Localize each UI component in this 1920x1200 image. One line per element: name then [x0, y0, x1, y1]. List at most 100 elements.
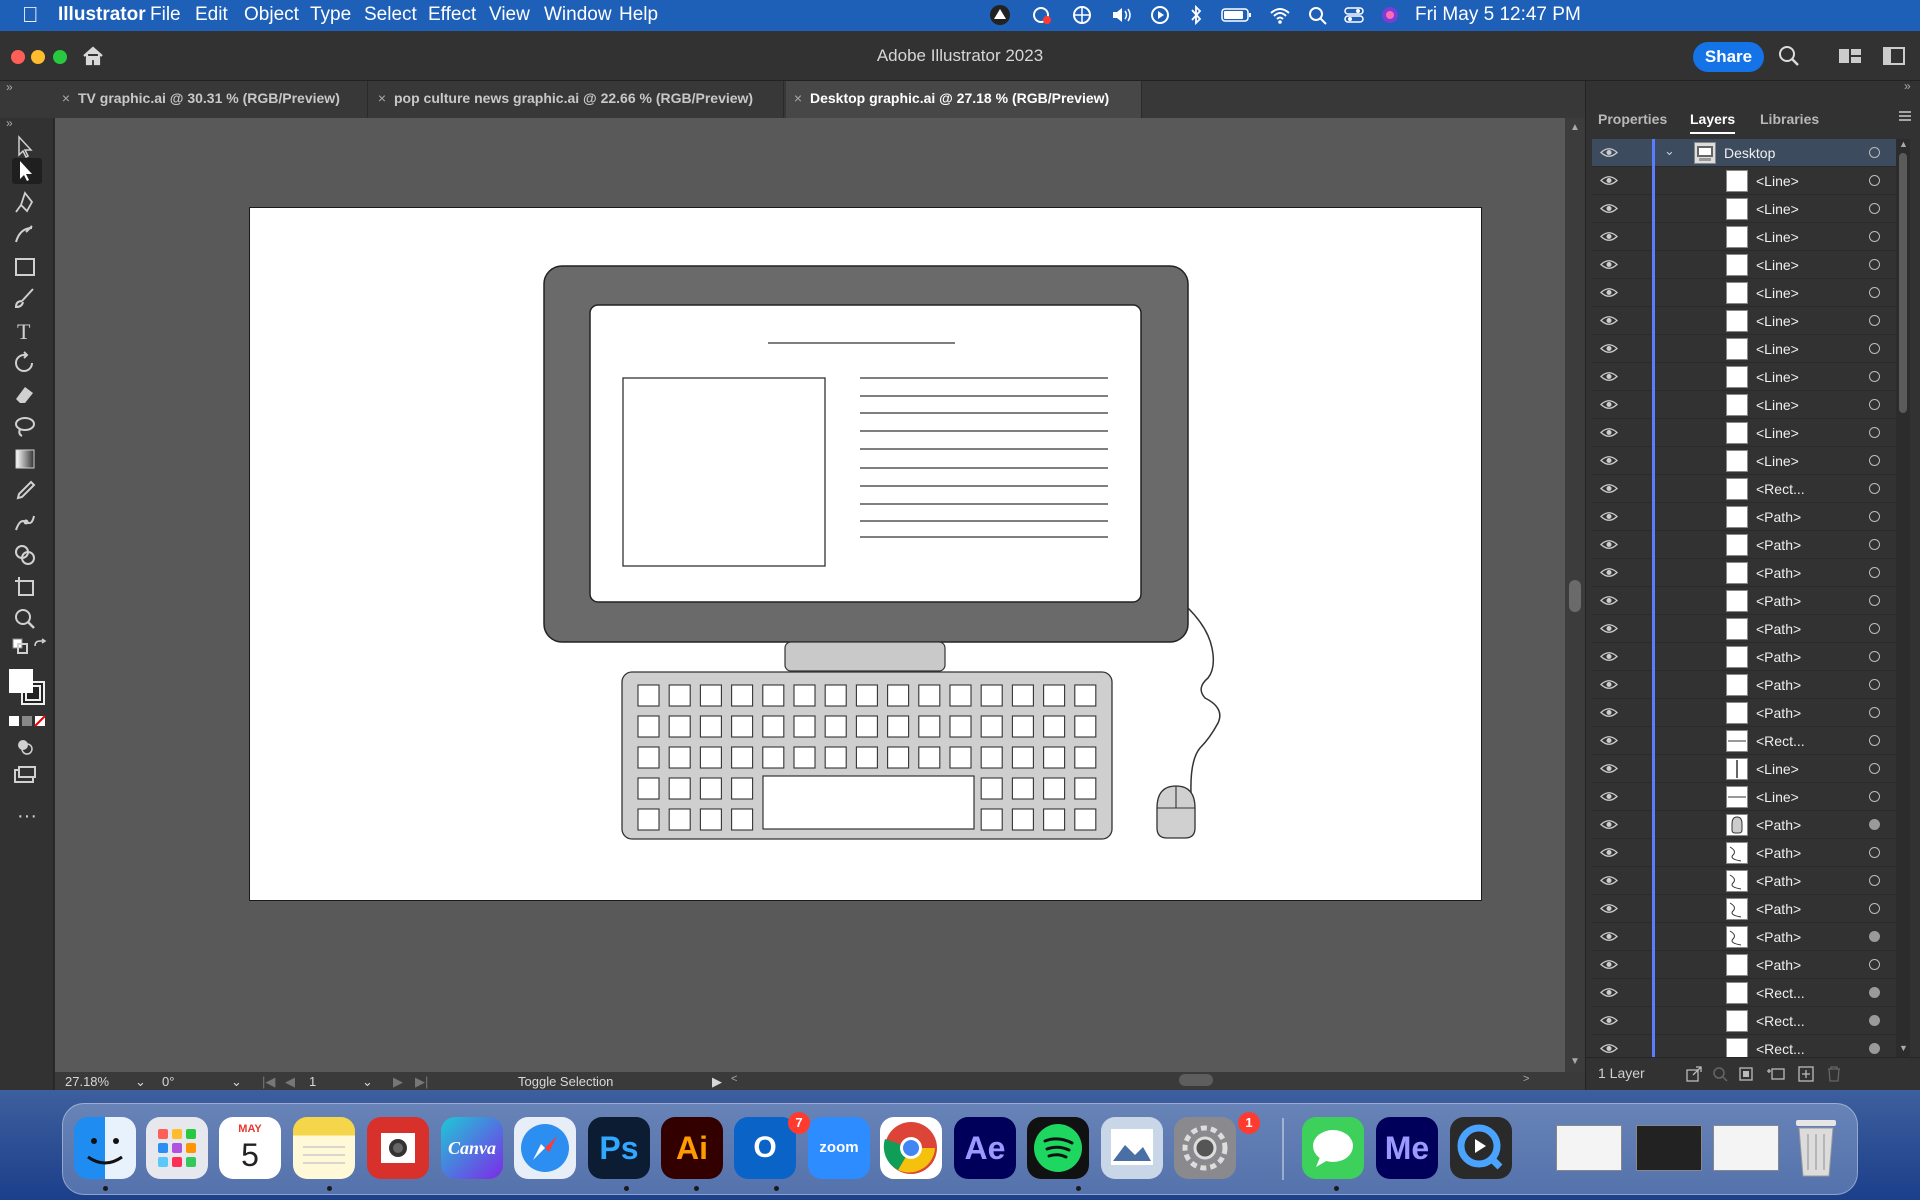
- layer-row[interactable]: <Line>: [1592, 391, 1896, 419]
- keyboard-key[interactable]: [855, 684, 878, 707]
- apple-icon[interactable]: : [22, 2, 39, 28]
- default-colors-icon[interactable]: [12, 638, 28, 664]
- gradient-tool-icon[interactable]: [12, 446, 42, 472]
- minimized-window-thumbnail[interactable]: [1713, 1125, 1779, 1171]
- layer-name[interactable]: <Path>: [1756, 621, 1801, 637]
- layer-name[interactable]: <Path>: [1756, 873, 1801, 889]
- visibility-eye-icon[interactable]: [1600, 259, 1618, 270]
- locate-object-icon[interactable]: [1712, 1066, 1728, 1082]
- keyboard-key[interactable]: [762, 746, 785, 769]
- layer-name[interactable]: <Path>: [1756, 649, 1801, 665]
- cloud-sync-icon[interactable]: [1030, 4, 1054, 26]
- layer-target-icon[interactable]: [1869, 343, 1880, 354]
- keyboard-key[interactable]: [731, 777, 754, 800]
- curvature-tool-icon[interactable]: [12, 222, 42, 248]
- menu-edit[interactable]: Edit: [195, 4, 228, 26]
- screen-mode-icon[interactable]: [12, 764, 42, 790]
- scroll-left-icon[interactable]: <: [731, 1073, 737, 1085]
- keyboard-key[interactable]: [699, 808, 722, 831]
- direct-selection-tool-icon[interactable]: [12, 158, 42, 184]
- rotate-tool-icon[interactable]: [12, 350, 42, 376]
- layer-row[interactable]: <Path>: [1592, 503, 1896, 531]
- tab-pop-culture-news[interactable]: × pop culture news graphic.ai @ 22.66 % (…: [370, 81, 784, 118]
- layer-row[interactable]: <Line>: [1592, 447, 1896, 475]
- layer-row[interactable]: <Line>: [1592, 335, 1896, 363]
- keyboard-key[interactable]: [887, 715, 910, 738]
- keyboard-key[interactable]: [1074, 684, 1097, 707]
- tab-libraries[interactable]: Libraries: [1760, 104, 1819, 134]
- scroll-up-icon[interactable]: ▲: [1570, 122, 1580, 133]
- export-layer-icon[interactable]: [1686, 1066, 1702, 1082]
- visibility-eye-icon[interactable]: [1600, 371, 1618, 382]
- visibility-eye-icon[interactable]: [1600, 791, 1618, 802]
- keyboard-key[interactable]: [699, 715, 722, 738]
- menu-file[interactable]: File: [150, 4, 181, 26]
- keyboard-key[interactable]: [980, 777, 1003, 800]
- visibility-eye-icon[interactable]: [1600, 567, 1618, 578]
- keyboard-key[interactable]: [1011, 746, 1034, 769]
- layer-target-icon[interactable]: [1869, 679, 1880, 690]
- panel-menu-icon[interactable]: [1898, 109, 1912, 121]
- layer-row[interactable]: <Line>: [1592, 167, 1896, 195]
- layer-name[interactable]: <Line>: [1756, 453, 1799, 469]
- artboard[interactable]: [249, 207, 1482, 901]
- keyboard-key[interactable]: [668, 808, 691, 831]
- visibility-eye-icon[interactable]: [1600, 903, 1618, 914]
- layer-row[interactable]: <Line>: [1592, 307, 1896, 335]
- minimized-window-thumbnail[interactable]: [1636, 1125, 1702, 1171]
- keyboard-key[interactable]: [699, 777, 722, 800]
- layer-row[interactable]: <Line>: [1592, 783, 1896, 811]
- visibility-eye-icon[interactable]: [1600, 315, 1618, 326]
- visibility-eye-icon[interactable]: [1600, 987, 1618, 998]
- safari-app-icon[interactable]: [514, 1117, 576, 1179]
- search-icon[interactable]: [1306, 4, 1330, 26]
- layer-name[interactable]: <Rect...: [1756, 1013, 1805, 1029]
- layer-name[interactable]: <Line>: [1756, 257, 1799, 273]
- layer-row[interactable]: <Line>: [1592, 419, 1896, 447]
- layer-target-icon[interactable]: [1869, 595, 1880, 606]
- visibility-eye-icon[interactable]: [1600, 483, 1618, 494]
- layer-row[interactable]: <Path>: [1592, 531, 1896, 559]
- artboard-tool-icon[interactable]: [12, 574, 42, 600]
- layer-name[interactable]: <Path>: [1756, 929, 1801, 945]
- fill-stroke-swatch[interactable]: [8, 668, 46, 706]
- keyboard-key[interactable]: [949, 715, 972, 738]
- visibility-eye-icon[interactable]: [1600, 763, 1618, 774]
- photoshop-app-icon[interactable]: Ps: [588, 1117, 650, 1179]
- menu-effect[interactable]: Effect: [428, 4, 476, 26]
- zoom-app-icon[interactable]: zoom: [808, 1117, 870, 1179]
- layer-name[interactable]: <Rect...: [1756, 733, 1805, 749]
- menu-app-name[interactable]: Illustrator: [58, 4, 146, 26]
- new-layer-icon[interactable]: [1798, 1066, 1814, 1082]
- menu-help[interactable]: Help: [619, 4, 658, 26]
- layer-row[interactable]: <Rect...: [1592, 1035, 1896, 1057]
- notes-app-icon[interactable]: [293, 1117, 355, 1179]
- visibility-eye-icon[interactable]: [1600, 427, 1618, 438]
- layer-target-icon[interactable]: [1869, 1015, 1880, 1026]
- layer-name[interactable]: <Path>: [1756, 565, 1801, 581]
- keyboard-key[interactable]: [949, 684, 972, 707]
- keyboard-key[interactable]: [793, 715, 816, 738]
- horizontal-scroll-thumb[interactable]: [1179, 1074, 1213, 1086]
- layer-name[interactable]: <Path>: [1756, 677, 1801, 693]
- layer-name[interactable]: <Line>: [1756, 425, 1799, 441]
- keyboard-key[interactable]: [637, 746, 660, 769]
- layer-target-icon[interactable]: [1869, 987, 1880, 998]
- keyboard-key[interactable]: [887, 684, 910, 707]
- layer-row[interactable]: <Rect...: [1592, 727, 1896, 755]
- close-tab-icon[interactable]: ×: [370, 81, 394, 116]
- layer-name[interactable]: <Path>: [1756, 537, 1801, 553]
- tab-desktop-graphic[interactable]: × Desktop graphic.ai @ 27.18 % (RGB/Previ…: [786, 81, 1142, 118]
- keyboard-key[interactable]: [824, 746, 847, 769]
- layer-row[interactable]: <Line>: [1592, 755, 1896, 783]
- control-center-icon[interactable]: [1342, 4, 1366, 26]
- visibility-eye-icon[interactable]: [1600, 287, 1618, 298]
- keyboard-key[interactable]: [668, 715, 691, 738]
- media-encoder-app-icon[interactable]: Me: [1376, 1117, 1438, 1179]
- visibility-eye-icon[interactable]: [1600, 875, 1618, 886]
- layers-scrollbar[interactable]: ▲ ▼: [1896, 139, 1910, 1057]
- layer-target-icon[interactable]: [1869, 707, 1880, 718]
- toolbar-collapse-icon[interactable]: »: [6, 116, 13, 130]
- layer-name[interactable]: <Rect...: [1756, 481, 1805, 497]
- layer-target-icon[interactable]: [1869, 483, 1880, 494]
